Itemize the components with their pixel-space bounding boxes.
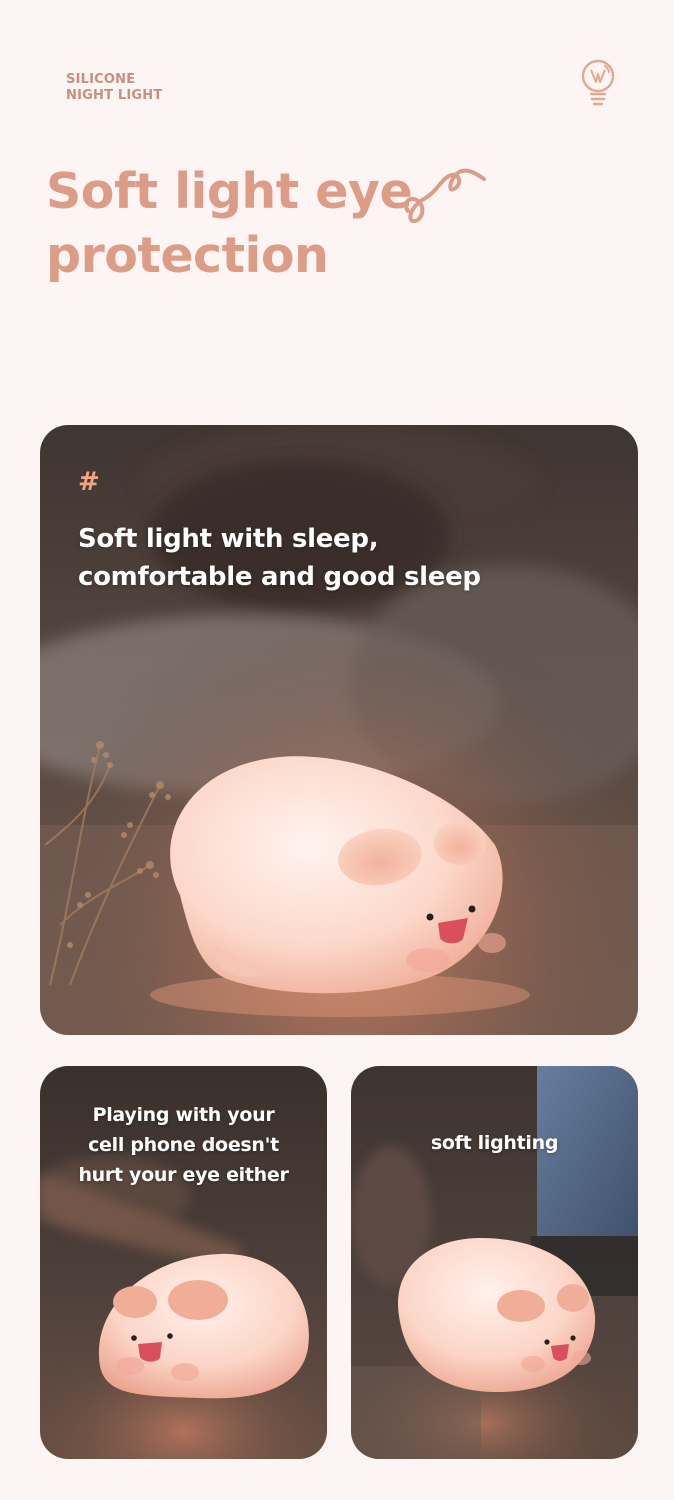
lightbulb-icon [581, 59, 615, 106]
phone-caption-line-1: Playing with your [92, 1104, 275, 1126]
main-caption-line-1: Soft light with sleep, [78, 524, 379, 554]
squiggle-decoration [403, 168, 486, 224]
main-card-caption: Soft light with sleep, comfortable and g… [78, 520, 481, 596]
section-marker: # [78, 467, 100, 497]
laptop-scene-image [351, 1066, 638, 1459]
main-photo-card: # Soft light with sleep, comfortable and… [40, 425, 638, 1035]
brand-line-2: NIGHT LIGHT [66, 88, 163, 103]
bedroom-scene-image [40, 425, 638, 1035]
laptop-card-caption: soft lighting [430, 1132, 559, 1154]
headline-line-1: Soft light eye [46, 163, 413, 220]
brand-line-1: SILICONE [66, 72, 136, 87]
phone-caption-line-2: cell phone doesn't [88, 1134, 279, 1156]
phone-caption-line-3: hurt your eye either [78, 1164, 289, 1186]
main-caption-line-2: comfortable and good sleep [78, 562, 481, 592]
page-headline: Soft light eye protection [46, 160, 413, 288]
laptop-photo-card: soft lighting [351, 1066, 638, 1459]
headline-line-2: protection [46, 227, 329, 284]
brand-label: SILICONE NIGHT LIGHT [66, 72, 162, 104]
phone-card-caption: Playing with your cell phone doesn't hur… [40, 1100, 327, 1190]
phone-photo-card: Playing with your cell phone doesn't hur… [40, 1066, 327, 1459]
